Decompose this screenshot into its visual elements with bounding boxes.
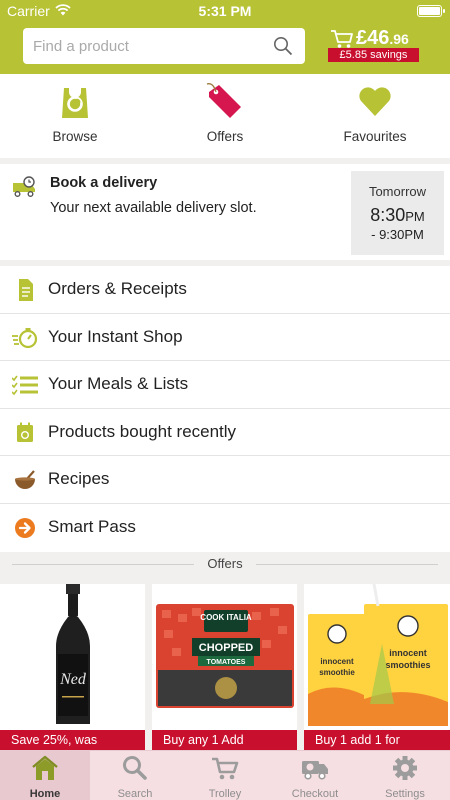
- cart-icon: [331, 30, 353, 48]
- tab-label: Search: [117, 788, 153, 800]
- offers-button[interactable]: Offers: [150, 82, 300, 152]
- menu-item-instant-shop[interactable]: Your Instant Shop: [0, 314, 450, 362]
- tab-search[interactable]: Search: [90, 751, 180, 800]
- innocent-smoothies-image: innocent smoothie innocent smoothies: [304, 584, 450, 732]
- trolley-amount: £46.96: [356, 27, 409, 49]
- search-icon: [123, 756, 147, 780]
- delivery-van-icon: [302, 761, 328, 780]
- tab-label: Home: [29, 788, 61, 800]
- menu-item-label: Smart Pass: [48, 516, 136, 536]
- savings-badge: £5.85 savings: [328, 48, 419, 62]
- battery-icon: [417, 5, 445, 17]
- menu-item-recipes[interactable]: Recipes: [0, 456, 450, 504]
- chopped-tomatoes-image: COOK ITALIA CHOPPED TOMATOES: [152, 584, 297, 732]
- heart-icon: [359, 87, 391, 116]
- svg-text:smoothies: smoothies: [385, 660, 430, 670]
- offer-card-wine[interactable]: Ned Save 25%, was: [0, 584, 145, 750]
- svg-text:innocent: innocent: [389, 648, 427, 658]
- slot-day: Tomorrow: [368, 184, 427, 199]
- stopwatch-icon: [12, 327, 38, 348]
- tab-home[interactable]: Home: [0, 751, 90, 800]
- menu-item-label: Products bought recently: [48, 421, 237, 441]
- offers-section-header: Offers: [0, 552, 450, 576]
- divider: [256, 564, 438, 565]
- delivery-clock-icon: [13, 176, 35, 197]
- gear-icon: [393, 756, 417, 780]
- mixing-bowl-icon: [15, 470, 35, 490]
- menu-item-meals-lists[interactable]: Your Meals & Lists: [0, 361, 450, 409]
- menu-item-label: Your Meals & Lists: [48, 374, 189, 394]
- tab-label: Checkout: [291, 788, 339, 800]
- delivery-subtitle: Your next available delivery slot.: [50, 200, 257, 216]
- tab-settings[interactable]: Settings: [360, 751, 450, 800]
- trolley-total-button[interactable]: £46.96 £5.85 savings: [326, 27, 420, 64]
- svg-text:TOMATOES: TOMATOES: [207, 659, 246, 666]
- arrow-circle-icon: [15, 517, 35, 538]
- offer-band: Buy any 1 Add: [152, 730, 297, 750]
- calendar-apple-icon: [17, 422, 33, 442]
- browse-label: Browse: [52, 129, 98, 144]
- svg-text:smoothie: smoothie: [319, 668, 355, 677]
- offer-card-smoothies[interactable]: innocent smoothie innocent smoothies Buy…: [304, 584, 450, 750]
- delivery-slot: Tomorrow 8:30PM - 9:30PM: [351, 171, 444, 255]
- bag-icon: [62, 88, 88, 118]
- menu-item-label: Recipes: [48, 469, 110, 489]
- menu-item-smart-pass[interactable]: Smart Pass: [0, 504, 450, 552]
- list-icon: [12, 375, 38, 396]
- receipt-icon: [19, 279, 33, 301]
- favourites-label: Favourites: [343, 129, 407, 144]
- slot-start-time: 8:30PM: [370, 205, 425, 225]
- offer-card-tomatoes[interactable]: COOK ITALIA CHOPPED TOMATOES Buy any 1 A…: [152, 584, 297, 750]
- favourites-button[interactable]: Favourites: [300, 82, 450, 152]
- tab-checkout[interactable]: Checkout: [270, 751, 360, 800]
- price-tag-icon: [206, 83, 241, 118]
- delivery-title: Book a delivery: [50, 175, 158, 191]
- offer-band: Save 25%, was: [0, 730, 145, 750]
- status-bar: Carrier 5:31 PM: [0, 0, 450, 22]
- svg-text:innocent: innocent: [320, 657, 354, 666]
- menu-item-label: Orders & Receipts: [48, 279, 187, 298]
- tab-label: Trolley: [208, 788, 242, 800]
- tab-label: Settings: [385, 788, 425, 800]
- svg-text:CHOPPED: CHOPPED: [199, 642, 253, 654]
- menu-item-orders-receipts[interactable]: Orders & Receipts: [0, 266, 450, 314]
- offers-label: Offers: [206, 129, 244, 144]
- search-box[interactable]: [23, 28, 305, 64]
- book-delivery-card[interactable]: Book a delivery Your next available deli…: [0, 164, 450, 260]
- offer-band: Buy 1 add 1 for: [304, 730, 450, 750]
- search-input[interactable]: [33, 35, 263, 57]
- search-icon[interactable]: [273, 36, 293, 56]
- tab-bar: Home Search Trolley Checkout Settings: [0, 750, 450, 800]
- clock: 5:31 PM: [198, 3, 252, 19]
- home-icon: [32, 755, 58, 780]
- header-bar: £46.96 £5.85 savings: [0, 22, 450, 74]
- tab-trolley[interactable]: Trolley: [180, 751, 270, 800]
- browse-button[interactable]: Browse: [0, 82, 150, 152]
- svg-text:Ned: Ned: [59, 671, 87, 688]
- quick-nav: Browse Offers Favourites: [0, 74, 450, 158]
- trolley-icon: [212, 757, 239, 780]
- menu-item-products-bought-recently[interactable]: Products bought recently: [0, 409, 450, 457]
- svg-text:COOK ITALIA: COOK ITALIA: [200, 613, 252, 622]
- wine-bottle-image: Ned: [0, 584, 145, 732]
- slot-end-time: - 9:30PM: [371, 227, 424, 242]
- account-menu: Orders & Receipts Your Instant Shop Your…: [0, 266, 450, 552]
- menu-item-label: Your Instant Shop: [48, 326, 183, 346]
